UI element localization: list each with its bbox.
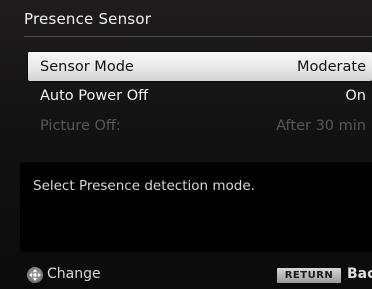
- menu-item-picture-off: Picture Off: After 30 min: [28, 111, 372, 141]
- menu-item-label: Sensor Mode: [40, 58, 134, 75]
- help-text: Select Presence detection mode.: [33, 178, 255, 194]
- return-button[interactable]: RETURN: [277, 268, 341, 283]
- joystick-icon: [27, 267, 43, 283]
- menu-item-value: On: [345, 88, 366, 104]
- presence-sensor-menu: Presence Sensor Sensor Mode Moderate Aut…: [0, 0, 372, 289]
- menu-item-auto-power-off[interactable]: Auto Power Off On: [28, 81, 372, 111]
- footer-bar: Change RETURN Back: [0, 258, 372, 289]
- menu-item-label: Picture Off:: [40, 118, 121, 134]
- back-hint-label: Back: [347, 266, 372, 282]
- change-hint-label: Change: [47, 266, 101, 282]
- title-divider: [24, 36, 372, 37]
- help-text-panel: Select Presence detection mode.: [20, 161, 372, 252]
- menu-item-sensor-mode[interactable]: Sensor Mode Moderate: [28, 52, 372, 81]
- menu-item-value: Moderate: [297, 58, 366, 75]
- menu-item-label: Auto Power Off: [40, 88, 149, 104]
- settings-menu: Sensor Mode Moderate Auto Power Off On P…: [28, 52, 372, 141]
- menu-item-value: After 30 min: [276, 118, 366, 134]
- page-title: Presence Sensor: [24, 10, 152, 28]
